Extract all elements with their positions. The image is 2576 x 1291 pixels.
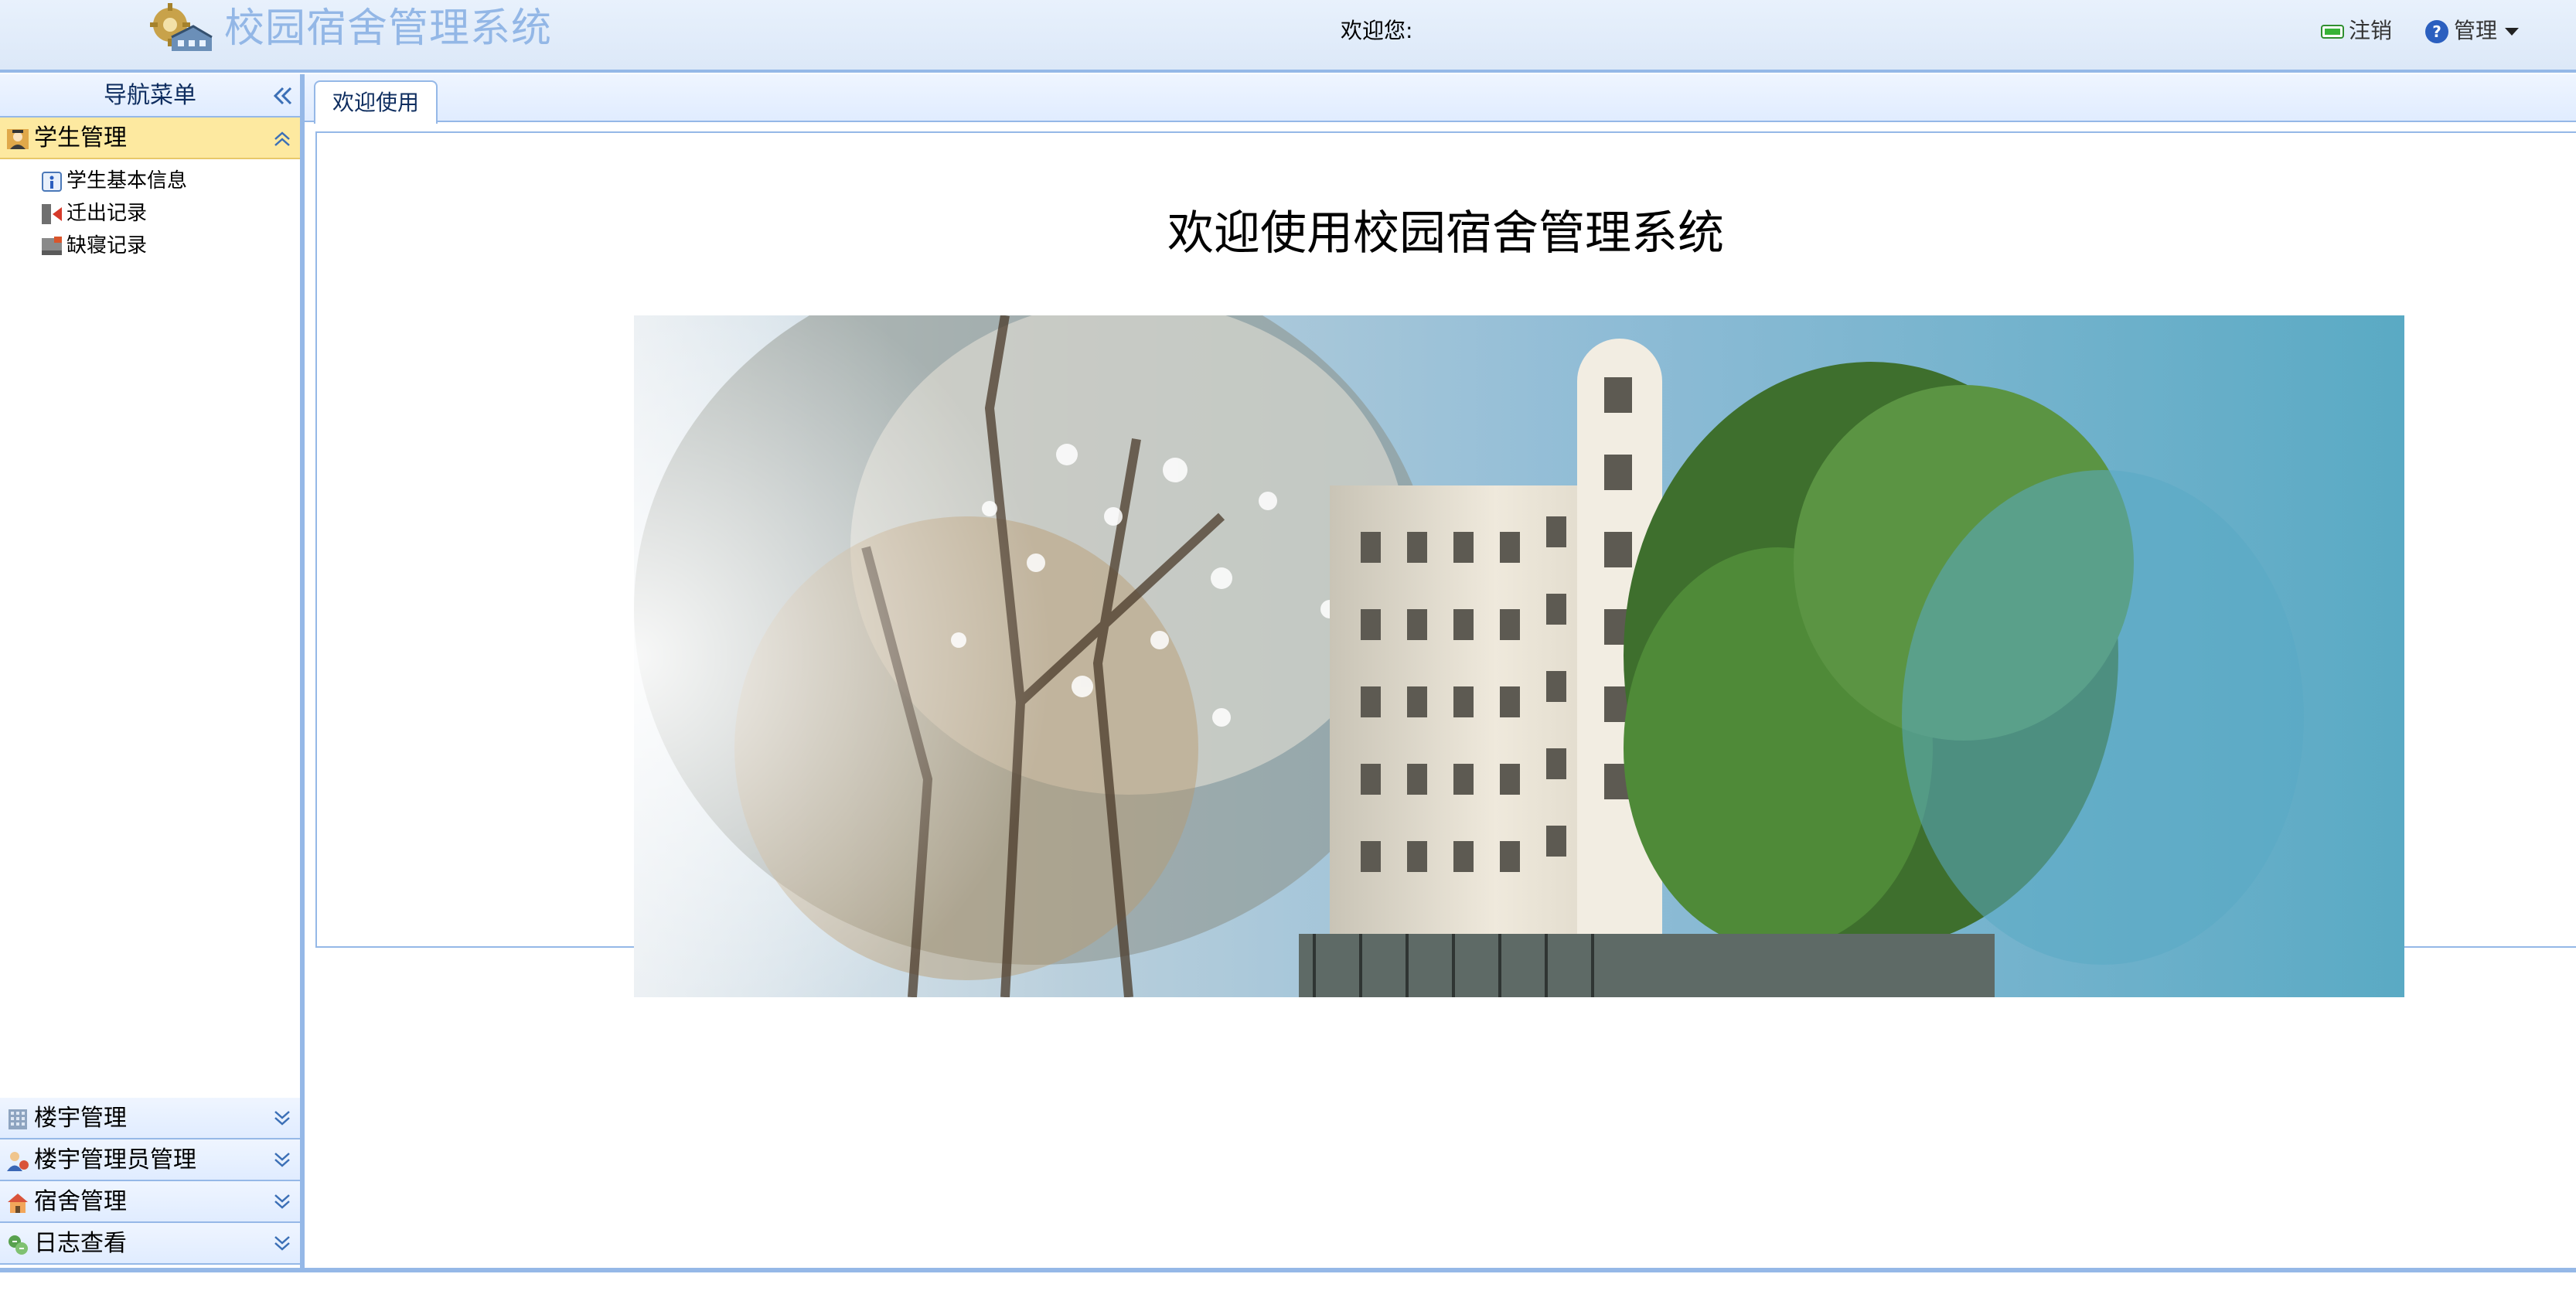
logout-button[interactable]: 注销 — [2321, 14, 2392, 48]
accordion-label: 宿舍管理 — [34, 1188, 127, 1215]
absence-icon — [42, 236, 62, 255]
navigation-panel-header: 导航菜单 — [0, 74, 300, 118]
student-icon — [7, 129, 29, 149]
logout-label: 注销 — [2349, 18, 2393, 43]
info-icon — [42, 171, 62, 192]
accordion-label: 楼宇管理 — [34, 1105, 127, 1132]
log-icon — [9, 1235, 28, 1255]
help-question-icon: ? — [2425, 20, 2448, 43]
admin-menu-button[interactable]: ? 管理 — [2424, 14, 2520, 48]
double-chevron-left-icon[interactable] — [271, 83, 295, 108]
building-with-gear-icon — [150, 3, 213, 51]
svg-text:?: ? — [2432, 22, 2441, 41]
page-heading: 欢迎使用校园宿舍管理系统 — [1167, 206, 1724, 261]
accordion-label: 楼宇管理员管理 — [34, 1146, 196, 1173]
double-chevron-up-icon[interactable] — [271, 127, 294, 150]
double-chevron-down-icon[interactable] — [271, 1232, 294, 1255]
dorm-house-icon — [8, 1194, 28, 1213]
accordion-label: 日志查看 — [34, 1230, 127, 1257]
tree-item-absence-records[interactable]: 缺寝记录 — [40, 230, 147, 261]
admin-label: 管理 — [2454, 18, 2498, 43]
chevron-down-icon — [2505, 28, 2520, 36]
accordion-log-view[interactable]: 日志查看 — [0, 1223, 300, 1265]
accordion-building-admin-management[interactable]: 楼宇管理员管理 — [0, 1139, 300, 1181]
tabs-bar: 欢迎使用 — [305, 74, 2576, 124]
accordion-building-management[interactable]: 楼宇管理 — [0, 1098, 300, 1139]
tree-item-label: 迁出记录 — [66, 202, 148, 225]
double-chevron-down-icon[interactable] — [271, 1191, 294, 1214]
student-management-tree: 学生基本信息 迁出记录 缺寝记录 — [0, 159, 300, 1172]
tree-item-student-info[interactable]: 学生基本信息 — [40, 165, 187, 196]
accordion-dorm-management[interactable]: 宿舍管理 — [0, 1181, 300, 1223]
double-chevron-down-icon[interactable] — [271, 1107, 294, 1130]
tab-welcome[interactable]: 欢迎使用 — [314, 80, 438, 124]
navigation-panel-title: 导航菜单 — [104, 82, 196, 109]
welcome-text: 欢迎您: — [1341, 18, 1413, 43]
building-grid-icon — [9, 1109, 27, 1129]
bottom-border — [0, 1268, 2576, 1272]
top-header: 校园宿舍管理系统 欢迎您: 注销 ? 管理 — [0, 0, 2576, 73]
app-title: 校园宿舍管理系统 — [224, 5, 553, 52]
admin-user-icon — [7, 1152, 29, 1171]
main-content: 欢迎使用 欢迎使用校园宿舍管理系统 — [305, 74, 2576, 1268]
double-chevron-down-icon[interactable] — [271, 1149, 294, 1172]
move-out-icon — [42, 203, 62, 224]
accordion-label: 学生管理 — [34, 124, 127, 152]
welcome-panel: 欢迎使用校园宿舍管理系统 — [315, 131, 2576, 997]
tree-item-move-out-records[interactable]: 迁出记录 — [40, 198, 147, 229]
tree-item-label: 缺寝记录 — [66, 234, 148, 257]
tree-item-label: 学生基本信息 — [66, 169, 188, 192]
accordion-student-management[interactable]: 学生管理 — [0, 118, 300, 159]
green-bar-icon — [2321, 25, 2344, 39]
campus-dormitory-photo — [634, 315, 2404, 997]
navigation-panel: 导航菜单 学生管理 学生基本信息 迁出记录 缺寝记录 楼宇管理 楼宇管理员管理 … — [0, 74, 305, 1268]
